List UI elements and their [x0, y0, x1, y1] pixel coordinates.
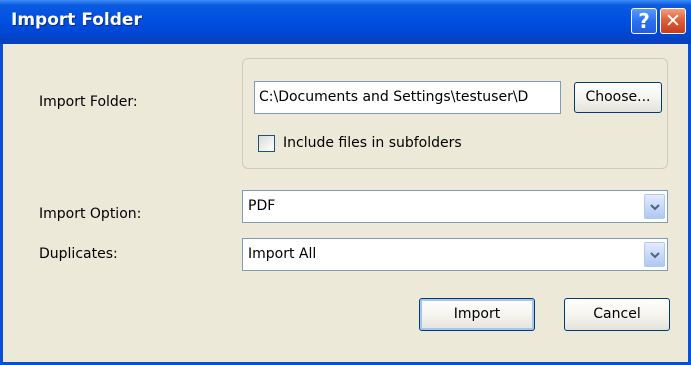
- import-option-label: Import Option:: [39, 206, 142, 222]
- import-option-dropdown-button[interactable]: [644, 194, 665, 219]
- choose-button[interactable]: Choose...: [574, 82, 662, 113]
- help-icon: ?: [638, 9, 650, 33]
- import-folder-label: Import Folder:: [39, 94, 138, 110]
- folder-path-input[interactable]: C:\Documents and Settings\testuser\D: [254, 81, 561, 114]
- duplicates-label: Duplicates:: [39, 246, 118, 262]
- duplicates-dropdown-button[interactable]: [644, 242, 665, 267]
- import-option-select[interactable]: PDF: [242, 190, 668, 223]
- cancel-button[interactable]: Cancel: [564, 298, 670, 331]
- window-title: Import Folder: [11, 10, 142, 30]
- import-button[interactable]: Import: [419, 298, 535, 331]
- help-button[interactable]: ?: [631, 8, 657, 34]
- title-bar[interactable]: Import Folder ? ✕: [0, 0, 691, 44]
- close-icon: ✕: [665, 10, 681, 32]
- duplicates-select[interactable]: Import All: [242, 238, 668, 271]
- duplicates-value: Import All: [248, 246, 317, 262]
- include-subfolders-checkbox[interactable]: [258, 135, 275, 152]
- import-option-value: PDF: [248, 198, 276, 214]
- chevron-down-icon: [650, 204, 660, 211]
- close-button[interactable]: ✕: [660, 8, 686, 34]
- chevron-down-icon: [650, 252, 660, 259]
- include-subfolders-label: Include files in subfolders: [283, 135, 462, 151]
